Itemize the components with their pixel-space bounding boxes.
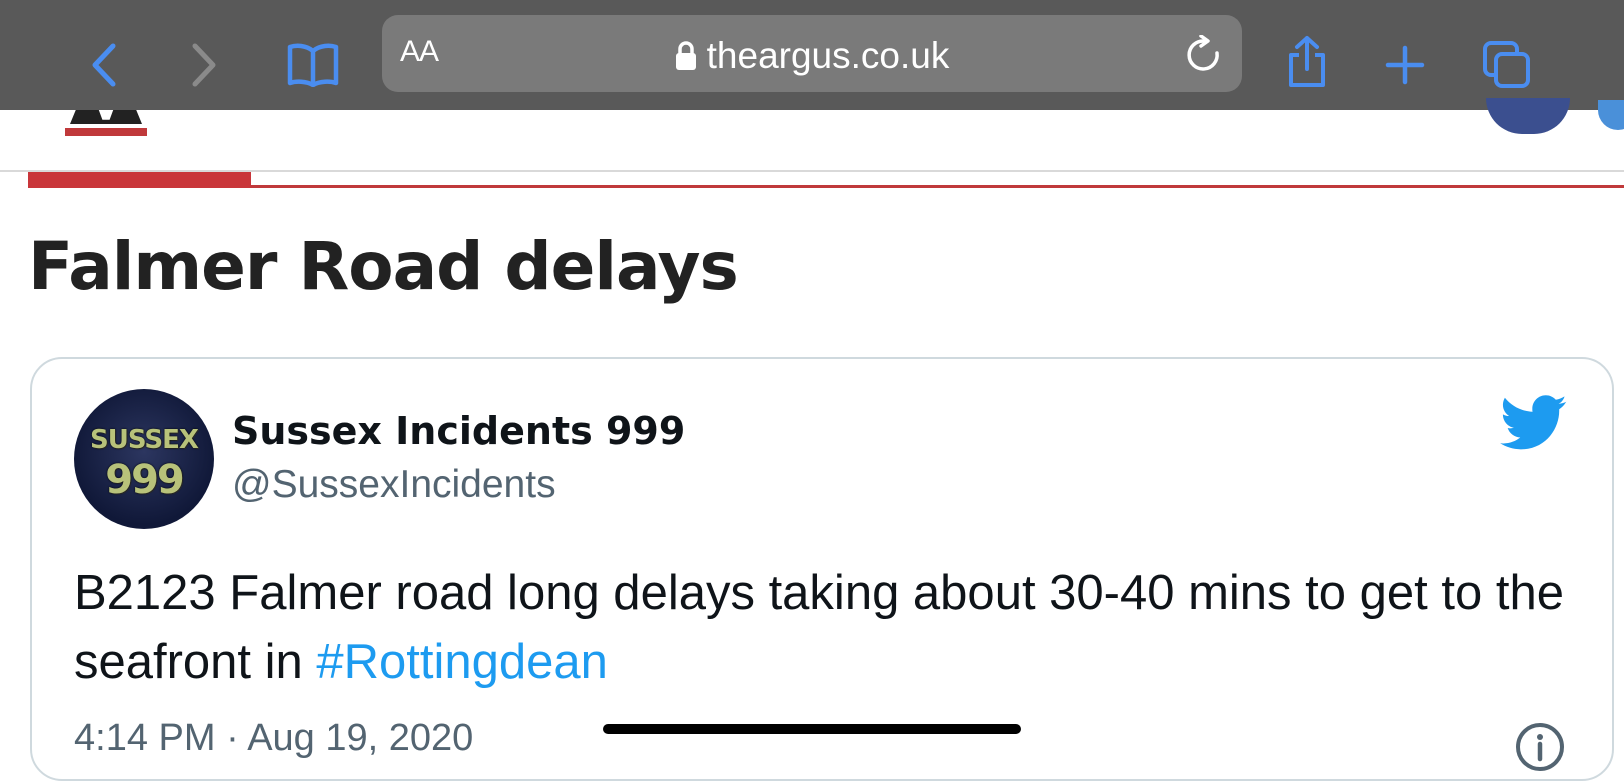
share-button[interactable] xyxy=(1285,34,1329,90)
reload-icon xyxy=(1187,34,1219,71)
home-indicator[interactable] xyxy=(603,724,1021,734)
avatar-text-top: SUSSEX xyxy=(90,425,199,455)
lock-icon xyxy=(675,41,696,70)
tweet-text: B2123 Falmer road long delays taking abo… xyxy=(74,559,1574,697)
twitter-bird-icon xyxy=(1500,395,1567,450)
tweet-author-handle[interactable]: @SussexIncidents xyxy=(232,463,556,507)
site-logo[interactable] xyxy=(70,110,142,124)
tabs-button[interactable] xyxy=(1482,40,1532,90)
book-icon xyxy=(287,43,339,87)
address-bar[interactable]: AA theargus.co.uk xyxy=(382,15,1242,92)
info-icon xyxy=(1516,723,1564,771)
tabs-icon xyxy=(1483,41,1530,88)
tweet-hashtag-link[interactable]: #Rottingdean xyxy=(316,635,608,689)
tweet-author-name[interactable]: Sussex Incidents 999 xyxy=(232,409,685,453)
site-logo-underline xyxy=(65,128,147,136)
chevron-right-icon xyxy=(192,43,216,87)
url-text: theargus.co.uk xyxy=(706,35,950,76)
plus-icon xyxy=(1385,45,1425,85)
site-header xyxy=(0,98,1624,172)
avatar-text-bottom: 999 xyxy=(105,457,185,503)
tweet-timestamp[interactable]: 4:14 PM · Aug 19, 2020 xyxy=(74,717,473,760)
bookmarks-button[interactable] xyxy=(286,40,340,88)
url-display[interactable]: theargus.co.uk xyxy=(382,35,1242,77)
article-headline: Falmer Road delays xyxy=(28,228,739,305)
embedded-tweet[interactable]: SUSSEX 999 Sussex Incidents 999 @SussexI… xyxy=(30,357,1614,781)
new-tab-button[interactable] xyxy=(1384,44,1426,86)
share-icon xyxy=(1289,36,1325,87)
reading-progress-track xyxy=(28,185,1624,188)
reload-button[interactable] xyxy=(1186,34,1222,78)
menu-button[interactable] xyxy=(1598,100,1624,130)
account-avatar[interactable] xyxy=(1486,98,1570,134)
forward-button[interactable] xyxy=(184,40,224,90)
twitter-logo[interactable] xyxy=(1500,395,1568,456)
tweet-text-body: B2123 Falmer road long delays taking abo… xyxy=(74,566,1564,689)
tweet-author-avatar[interactable]: SUSSEX 999 xyxy=(74,389,214,529)
browser-toolbar: AA theargus.co.uk xyxy=(0,0,1624,110)
reading-progress-fill xyxy=(28,172,251,188)
back-button[interactable] xyxy=(84,40,124,90)
chevron-left-icon xyxy=(92,43,116,87)
